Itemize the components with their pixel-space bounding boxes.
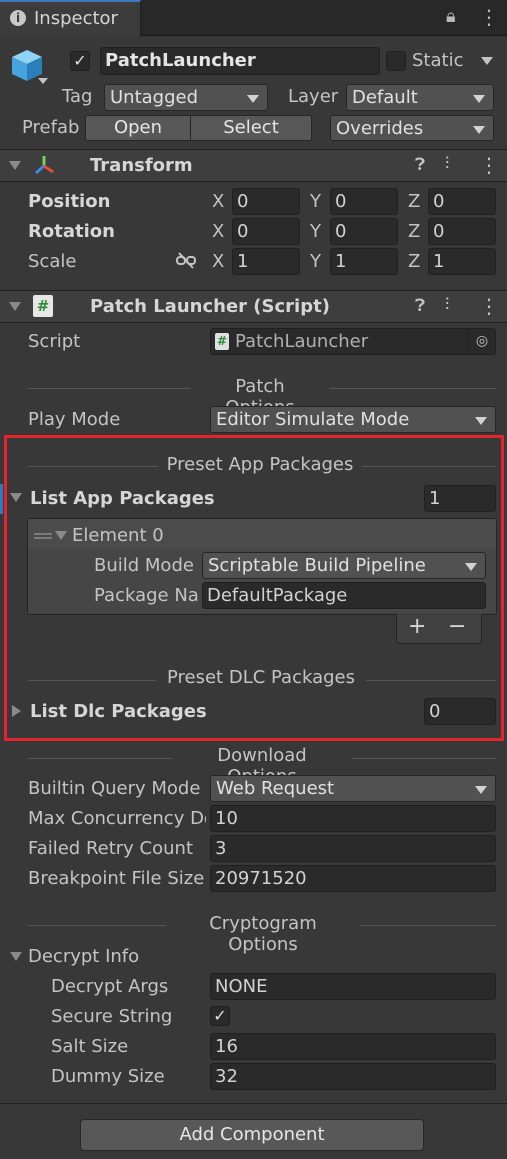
component-menu-icon[interactable]: ⋮ (479, 153, 499, 177)
tag-dropdown[interactable]: Untagged (104, 84, 268, 111)
component-menu-icon[interactable]: ⋮ (479, 294, 499, 318)
tag-label: Tag (62, 86, 93, 107)
static-checkbox[interactable] (386, 51, 406, 71)
play-mode-value: Editor Simulate Mode (216, 409, 410, 430)
script-component-title: Patch Launcher (Script) (90, 296, 330, 317)
axis-x-label: X (212, 221, 225, 242)
bottom-divider (0, 1103, 507, 1104)
position-y-input[interactable]: 0 (330, 188, 398, 215)
dummy-size-input[interactable]: 32 (210, 1063, 496, 1090)
help-icon[interactable]: ❓︎ (415, 296, 425, 316)
menu-icon[interactable]: ⋮ (479, 5, 499, 29)
object-name-input[interactable]: PatchLauncher (100, 47, 380, 75)
selection-marker (0, 484, 3, 514)
axis-x-label: X (212, 191, 225, 212)
rotation-x-input[interactable]: 0 (232, 218, 300, 245)
axis-y-label: Y (310, 251, 321, 272)
axis-z-label: Z (408, 191, 421, 212)
transform-title: Transform (90, 155, 193, 176)
decrypt-info-label: Decrypt Info (28, 946, 140, 967)
position-z-input[interactable]: 0 (428, 188, 496, 215)
salt-size-input[interactable]: 16 (210, 1033, 496, 1060)
axis-x-label: X (212, 251, 225, 272)
failed-retry-label: Failed Retry Count (28, 838, 194, 859)
transform-icon (33, 154, 55, 176)
preset-icon[interactable]: ⫶ (445, 295, 449, 315)
layer-dropdown[interactable]: Default (346, 84, 494, 111)
chevron-down-icon (475, 417, 487, 425)
object-picker-icon[interactable]: ◎ (468, 329, 495, 354)
play-mode-dropdown[interactable]: Editor Simulate Mode (210, 406, 496, 433)
script-file-icon: # (215, 333, 229, 350)
layer-label: Layer (288, 86, 339, 107)
help-icon[interactable]: ❓︎ (415, 155, 425, 175)
unlink-icon[interactable] (176, 252, 196, 270)
layer-value: Default (352, 87, 418, 108)
position-x-input[interactable]: 0 (232, 188, 300, 215)
tab-title: Inspector (34, 8, 118, 29)
static-label: Static (412, 50, 464, 71)
prefab-select-button[interactable]: Select (190, 115, 312, 141)
script-value: PatchLauncher (235, 331, 369, 352)
chevron-down-icon (473, 126, 485, 134)
static-dropdown-icon[interactable] (481, 57, 493, 65)
salt-size-label: Salt Size (51, 1036, 129, 1057)
scale-label: Scale (28, 251, 77, 272)
prefab-label: Prefab (22, 117, 80, 138)
chevron-down-icon (247, 95, 259, 103)
builtin-query-value: Web Request (216, 778, 335, 799)
overrides-value: Overrides (336, 118, 424, 139)
lock-icon[interactable]: 🔒︎ (446, 6, 456, 27)
max-concurrency-label: Max Concurrency Do (28, 808, 206, 829)
cryptogram-options-title: Cryptogram Options (166, 913, 360, 955)
scale-z-input[interactable]: 1 (428, 248, 496, 275)
scale-y-input[interactable]: 1 (330, 248, 398, 275)
script-foldout-icon[interactable] (9, 302, 21, 311)
chevron-down-icon (473, 95, 485, 103)
rotation-label: Rotation (28, 221, 115, 242)
secure-string-label: Secure String (51, 1006, 173, 1027)
gameobject-icon[interactable] (10, 48, 44, 82)
preset-icon[interactable]: ⫶ (445, 154, 449, 174)
builtin-query-label: Builtin Query Mode (28, 778, 201, 799)
transform-foldout-icon[interactable] (9, 161, 21, 170)
max-concurrency-input[interactable]: 10 (210, 805, 496, 832)
prefab-overrides-dropdown[interactable]: Overrides (330, 115, 494, 141)
transform-header[interactable] (0, 149, 507, 182)
position-label: Position (28, 191, 111, 212)
icon-dropdown-icon[interactable] (38, 78, 48, 84)
failed-retry-input[interactable]: 3 (210, 835, 496, 862)
add-component-button[interactable]: Add Component (80, 1119, 424, 1151)
tab-inspector[interactable]: i Inspector (0, 0, 141, 37)
decrypt-args-label: Decrypt Args (51, 976, 169, 997)
axis-y-label: Y (310, 221, 321, 242)
dummy-size-label: Dummy Size (51, 1066, 165, 1087)
rotation-z-input[interactable]: 0 (428, 218, 496, 245)
axis-z-label: Z (408, 221, 421, 242)
script-label: Script (28, 331, 81, 352)
breakpoint-label: Breakpoint File Size (28, 868, 205, 889)
axis-y-label: Y (310, 191, 321, 212)
script-file-icon: # (33, 295, 53, 317)
scale-x-input[interactable]: 1 (232, 248, 300, 275)
active-checkbox[interactable]: ✓ (70, 51, 90, 71)
rotation-y-input[interactable]: 0 (330, 218, 398, 245)
decrypt-args-input[interactable]: NONE (210, 973, 496, 1000)
highlight-box (4, 435, 504, 741)
builtin-query-dropdown[interactable]: Web Request (210, 775, 496, 802)
decrypt-info-foldout-icon[interactable] (10, 952, 22, 961)
secure-string-checkbox[interactable]: ✓ (210, 1006, 230, 1026)
info-icon: i (10, 10, 26, 26)
breakpoint-input[interactable]: 20971520 (210, 865, 496, 892)
axis-z-label: Z (408, 251, 421, 272)
play-mode-label: Play Mode (28, 409, 121, 430)
prefab-open-button[interactable]: Open (85, 115, 191, 141)
chevron-down-icon (475, 786, 487, 794)
tag-value: Untagged (110, 87, 199, 108)
script-object-field[interactable]: PatchLauncher (210, 328, 496, 355)
